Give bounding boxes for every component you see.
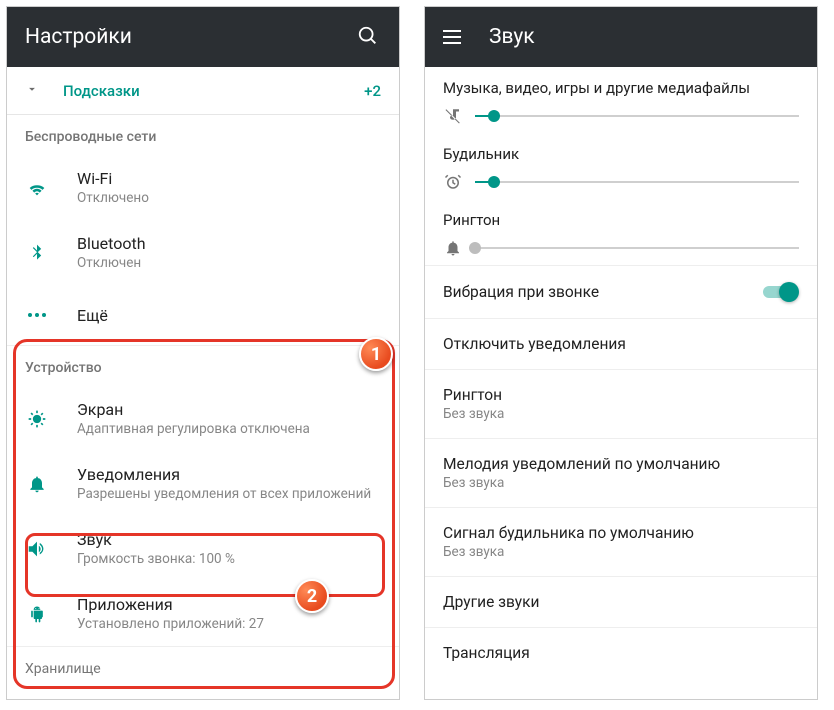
slider-media[interactable]: Музыка, видео, игры и другие медиафайлы xyxy=(425,67,817,133)
music-off-icon xyxy=(443,107,463,125)
sound-title: Звук xyxy=(489,25,799,49)
search-icon[interactable] xyxy=(357,25,381,49)
sound-header: Звук xyxy=(425,7,817,67)
item-title: Другие звуки xyxy=(443,593,799,611)
hints-row[interactable]: Подсказки +2 xyxy=(7,67,399,115)
item-subtitle: Без звука xyxy=(443,475,799,491)
bluetooth-icon xyxy=(25,243,49,263)
item-vibrate[interactable]: Вибрация при звонке xyxy=(425,265,817,318)
slider-label: Будильник xyxy=(443,145,799,163)
volume-icon xyxy=(25,538,49,560)
slider-alarm[interactable]: Будильник xyxy=(425,133,817,199)
bell-muted-icon xyxy=(443,239,463,257)
item-title: Приложения xyxy=(77,595,381,614)
item-subtitle: Отключен xyxy=(77,255,381,271)
vibrate-switch[interactable] xyxy=(763,282,799,302)
item-title: Рингтон xyxy=(443,386,799,404)
item-wifi[interactable]: Wi-Fi Отключено xyxy=(7,155,399,220)
item-more[interactable]: Ещё xyxy=(7,285,399,345)
hamburger-icon[interactable] xyxy=(443,30,461,44)
item-notifications[interactable]: Уведомления Разрешены уведомления от все… xyxy=(7,451,399,516)
item-title: Звук xyxy=(77,530,381,549)
bell-icon xyxy=(25,474,49,494)
item-cast[interactable]: Трансляция xyxy=(425,627,817,678)
settings-header: Настройки xyxy=(7,7,399,67)
slider-track[interactable] xyxy=(475,247,799,249)
item-notification-sound[interactable]: Мелодия уведомлений по умолчанию Без зву… xyxy=(425,438,817,507)
item-title: Отключить уведомления xyxy=(443,335,799,353)
item-dnd[interactable]: Отключить уведомления xyxy=(425,318,817,369)
item-title: Bluetooth xyxy=(77,234,381,253)
item-title: Экран xyxy=(77,400,381,419)
item-subtitle: Отключено xyxy=(77,190,381,206)
slider-ring[interactable]: Рингтон xyxy=(425,199,817,265)
slider-label: Музыка, видео, игры и другие медиафайлы xyxy=(443,79,799,97)
settings-panel: Настройки Подсказки +2 Беспроводные сети… xyxy=(6,6,400,700)
item-title: Сигнал будильника по умолчанию xyxy=(443,524,799,542)
brightness-icon xyxy=(25,409,49,429)
settings-title: Настройки xyxy=(25,25,357,49)
more-icon xyxy=(25,312,49,318)
hints-label: Подсказки xyxy=(63,82,364,100)
item-sound[interactable]: Звук Громкость звонка: 100 % xyxy=(7,516,399,581)
item-subtitle: Без звука xyxy=(443,406,799,422)
item-title: Мелодия уведомлений по умолчанию xyxy=(443,455,799,473)
item-title: Трансляция xyxy=(443,644,799,662)
slider-track[interactable] xyxy=(475,181,799,183)
alarm-icon xyxy=(443,173,463,191)
wifi-icon xyxy=(25,177,49,199)
chevron-down-icon xyxy=(25,81,39,100)
item-title: Вибрация при звонке xyxy=(443,283,763,301)
section-device: Устройство xyxy=(7,346,399,386)
section-wireless: Беспроводные сети xyxy=(7,115,399,155)
item-alarm-sound[interactable]: Сигнал будильника по умолчанию Без звука xyxy=(425,507,817,576)
hints-badge: +2 xyxy=(364,82,381,100)
item-subtitle: Разрешены уведомления от всех приложений xyxy=(77,486,381,502)
item-other-sounds[interactable]: Другие звуки xyxy=(425,576,817,627)
item-subtitle: Установлено приложений: 27 xyxy=(77,616,381,632)
item-ringtone[interactable]: Рингтон Без звука xyxy=(425,369,817,438)
android-icon xyxy=(25,604,49,624)
item-subtitle: Адаптивная регулировка отключена xyxy=(77,421,381,437)
item-display[interactable]: Экран Адаптивная регулировка отключена xyxy=(7,386,399,451)
slider-label: Рингтон xyxy=(443,211,799,229)
item-bluetooth[interactable]: Bluetooth Отключен xyxy=(7,220,399,285)
item-subtitle: Без звука xyxy=(443,544,799,560)
sound-panel: Звук Музыка, видео, игры и другие медиаф… xyxy=(424,6,818,700)
item-title: Ещё xyxy=(77,306,381,325)
item-storage-cutoff: Хранилище xyxy=(7,647,399,677)
item-subtitle: Громкость звонка: 100 % xyxy=(77,551,381,567)
item-apps[interactable]: Приложения Установлено приложений: 27 xyxy=(7,581,399,646)
slider-track[interactable] xyxy=(475,115,799,117)
item-title: Уведомления xyxy=(77,465,381,484)
item-title: Wi-Fi xyxy=(77,169,381,188)
